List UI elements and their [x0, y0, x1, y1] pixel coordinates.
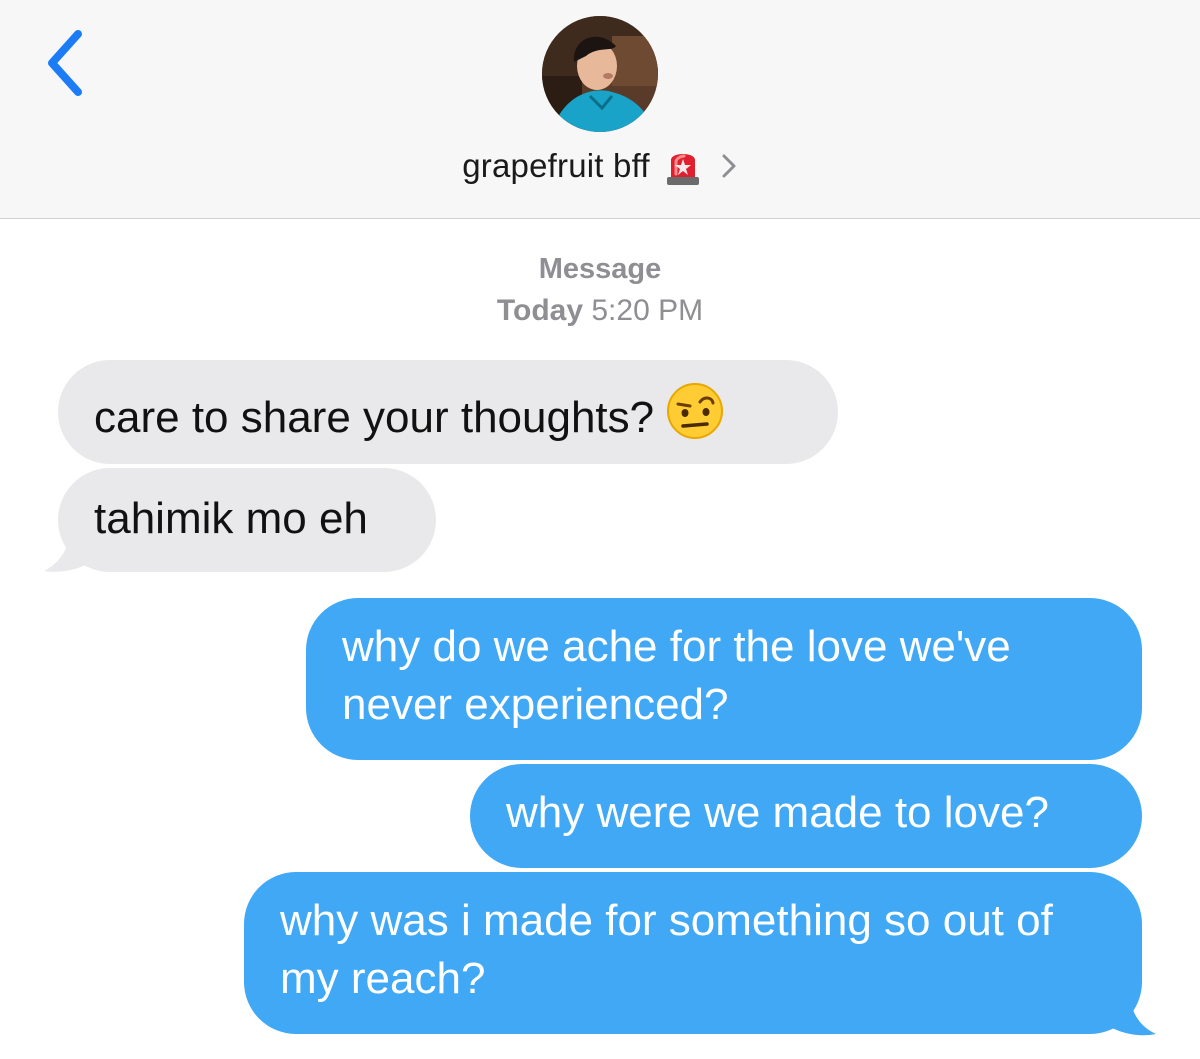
message-bubble-incoming[interactable]: tahimik mo eh [58, 468, 436, 572]
outgoing-bubble-tail [1102, 992, 1156, 1036]
back-chevron-icon[interactable] [40, 28, 94, 98]
message-text: tahimik mo eh [94, 494, 368, 543]
service-label: Message [538, 253, 662, 285]
police-light-icon [666, 154, 699, 185]
timestamp: Today 5:20 PM [0, 294, 1200, 328]
contact-name[interactable]: grapefruit bff [462, 147, 649, 185]
face-with-raised-eyebrow-icon [667, 383, 724, 439]
message-bubble-incoming[interactable]: care to share your thoughts? [58, 360, 838, 464]
chevron-right-icon[interactable] [720, 152, 738, 180]
message-bubble-outgoing[interactable]: why were we made to love? [470, 764, 1142, 868]
message-text: why were we made to love? [506, 788, 1049, 837]
incoming-bubble-tail [44, 528, 98, 572]
message-text: why do we ache for the love we've never … [342, 622, 1011, 729]
timestamp-time: 5:20 PM [591, 294, 704, 327]
conversation-header: grapefruit bff [0, 0, 1200, 219]
message-bubble-outgoing[interactable]: why do we ache for the love we've never … [306, 598, 1142, 760]
message-text: care to share your thoughts? [94, 393, 655, 442]
timestamp-day: Today [496, 294, 584, 327]
contact-title-row[interactable]: grapefruit bff [0, 140, 1200, 192]
message-text: why was i made for something so out of m… [280, 896, 1053, 1003]
contact-avatar[interactable] [542, 16, 658, 132]
message-bubble-outgoing[interactable]: why was i made for something so out of m… [244, 872, 1142, 1034]
